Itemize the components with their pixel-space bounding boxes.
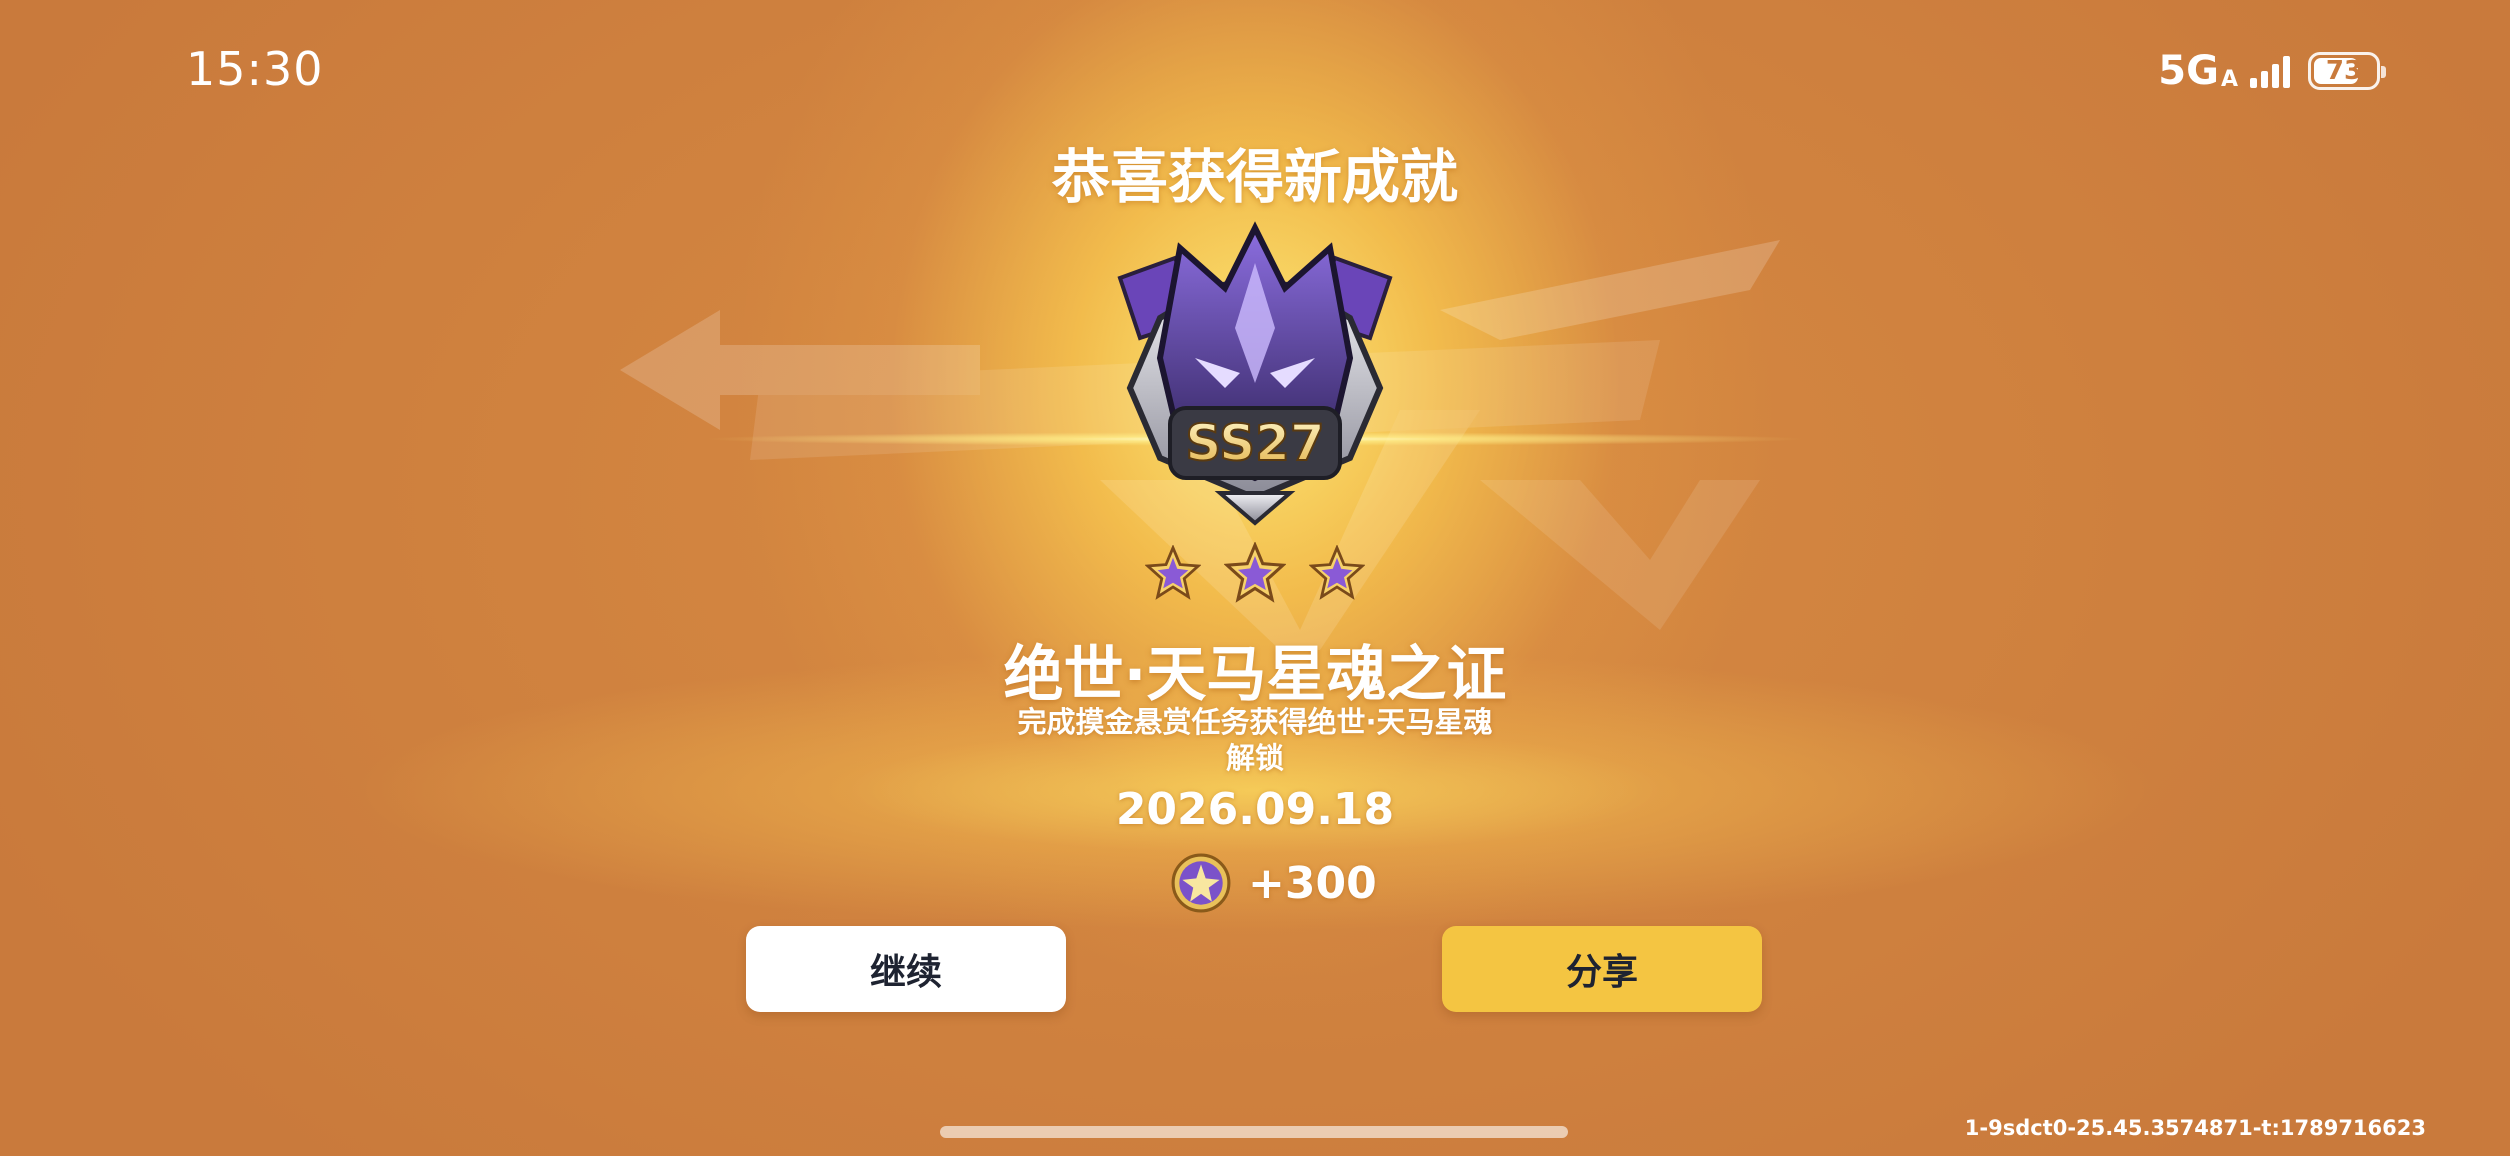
star-coin-icon: [1171, 853, 1231, 913]
star-icon: [1224, 542, 1286, 603]
status-time: 15:30: [186, 42, 324, 96]
home-indicator[interactable]: [940, 1126, 1568, 1138]
reward-amount: +300: [1248, 857, 1377, 909]
star-icon: [1309, 545, 1365, 600]
achievement-description: 完成摸金悬赏任务获得绝世·天马星魂 解锁: [0, 704, 2510, 776]
description-line-1: 完成摸金悬赏任务获得绝世·天马星魂: [1017, 705, 1493, 739]
badge-label: SS27: [1185, 414, 1324, 472]
network-subtype: A: [2220, 66, 2238, 92]
share-button-label: 分享: [1565, 952, 1638, 993]
achievement-date: 2026.09.18: [1115, 784, 1395, 835]
network-type: 5G: [2158, 48, 2219, 94]
achievement-screen: 15:30 5G A 73 恭喜获得新成就 SS27 绝世·天马星魂之证 完成摸…: [0, 0, 2510, 1156]
continue-button[interactable]: 继续: [746, 926, 1066, 1012]
star-rating: [1145, 538, 1365, 608]
achievement-title: 绝世·天马星魂之证: [1003, 640, 1507, 710]
share-button[interactable]: 分享: [1442, 926, 1762, 1012]
continue-button-label: 继续: [869, 952, 942, 993]
signal-strength-icon: [2250, 54, 2290, 88]
battery-level: 73: [2325, 56, 2363, 86]
status-indicators: 5G A 73: [2158, 48, 2386, 94]
battery-icon: 73: [2308, 52, 2386, 90]
achievement-headline: 恭喜获得新成就: [1051, 143, 1458, 211]
build-id: 1-9sdct0-25.45.3574871-t:1789716623: [1964, 1116, 2426, 1140]
star-icon: [1145, 545, 1201, 600]
achievement-badge-icon: SS27: [1117, 221, 1393, 526]
description-line-2: 解锁: [1225, 741, 1284, 775]
reward: +300: [1170, 852, 1377, 914]
